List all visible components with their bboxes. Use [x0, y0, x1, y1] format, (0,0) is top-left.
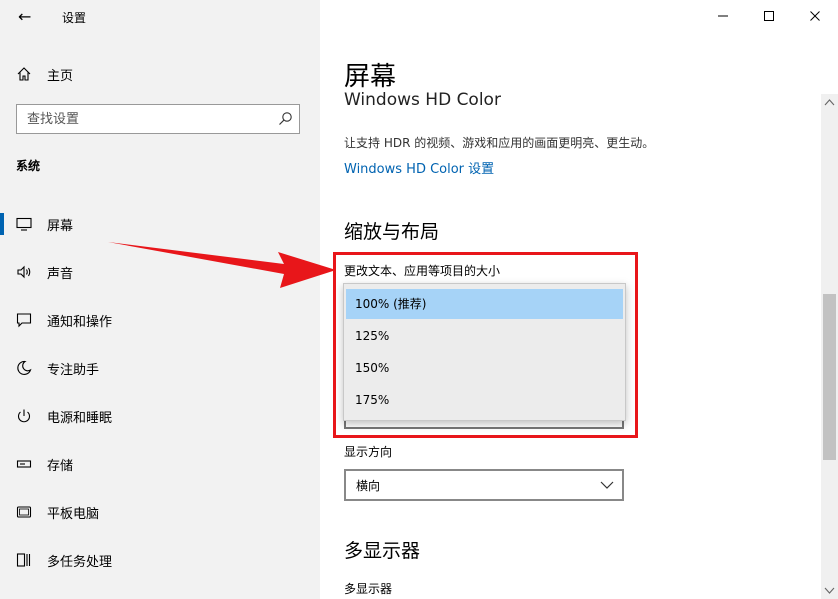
notification-icon — [15, 311, 33, 329]
chevron-down-icon — [600, 481, 614, 489]
search-input[interactable] — [17, 105, 267, 133]
scrollbar-thumb[interactable] — [823, 294, 836, 460]
sidebar-item-focus-assist[interactable]: 专注助手 — [0, 348, 320, 388]
close-button[interactable] — [792, 0, 838, 32]
speaker-icon — [15, 263, 33, 281]
minimize-icon — [718, 15, 728, 17]
sidebar-home[interactable]: 主页 — [16, 64, 73, 84]
app-title: 设置 — [62, 11, 87, 25]
page-title: 屏幕 — [344, 62, 397, 92]
maximize-icon — [764, 11, 774, 21]
annotation-arrow-icon — [108, 242, 336, 288]
hd-color-description: 让支持 HDR 的视频、游戏和应用的画面更明亮、更生动。 — [344, 136, 655, 150]
hd-color-heading: Windows HD Color — [344, 90, 501, 110]
search-box[interactable] — [16, 104, 300, 134]
scrollbar[interactable] — [821, 94, 838, 599]
storage-icon — [15, 455, 33, 473]
highlight-box — [333, 252, 638, 438]
scale-layout-heading: 缩放与布局 — [344, 221, 440, 243]
sidebar-item-label: 电源和睡眠 — [47, 410, 113, 426]
multiple-displays-heading: 多显示器 — [344, 540, 421, 562]
search-icon[interactable] — [277, 111, 293, 127]
sidebar-home-label: 主页 — [47, 68, 74, 84]
multitask-icon — [15, 551, 33, 569]
sidebar: ← 设置 主页 系统 屏幕 声音 通知和操作 专注 — [0, 0, 320, 599]
section-label-system: 系统 — [16, 159, 41, 173]
scroll-down-icon[interactable] — [824, 587, 835, 595]
power-icon — [15, 407, 33, 425]
sidebar-item-power-sleep[interactable]: 电源和睡眠 — [0, 396, 320, 436]
sidebar-item-multitasking[interactable]: 多任务处理 — [0, 540, 320, 580]
back-arrow-icon[interactable]: ← — [18, 7, 31, 26]
orientation-value: 横向 — [356, 478, 381, 493]
sidebar-item-label: 屏幕 — [47, 218, 74, 234]
sidebar-item-label: 专注助手 — [47, 362, 100, 378]
monitor-icon — [15, 215, 33, 233]
sidebar-item-notifications[interactable]: 通知和操作 — [0, 300, 320, 340]
maximize-button[interactable] — [746, 0, 792, 32]
sidebar-item-label: 平板电脑 — [47, 506, 100, 522]
sidebar-item-label: 多任务处理 — [47, 554, 113, 570]
scroll-up-icon[interactable] — [824, 98, 835, 106]
sidebar-item-label: 存储 — [47, 458, 74, 474]
multiple-displays-label: 多显示器 — [344, 582, 393, 596]
orientation-label: 显示方向 — [344, 445, 393, 459]
home-icon — [17, 67, 31, 81]
window-controls — [700, 0, 838, 32]
sidebar-item-label: 声音 — [47, 266, 74, 282]
main-content: 屏幕 Windows HD Color 让支持 HDR 的视频、游戏和应用的画面… — [320, 0, 838, 599]
close-icon — [810, 11, 820, 21]
orientation-select[interactable]: 横向 — [344, 469, 624, 501]
sidebar-item-storage[interactable]: 存储 — [0, 444, 320, 484]
tablet-icon — [15, 503, 33, 521]
hd-color-settings-link[interactable]: Windows HD Color 设置 — [344, 158, 494, 177]
moon-icon — [15, 359, 33, 377]
minimize-button[interactable] — [700, 0, 746, 32]
sidebar-item-label: 通知和操作 — [47, 314, 113, 330]
sidebar-item-tablet[interactable]: 平板电脑 — [0, 492, 320, 532]
